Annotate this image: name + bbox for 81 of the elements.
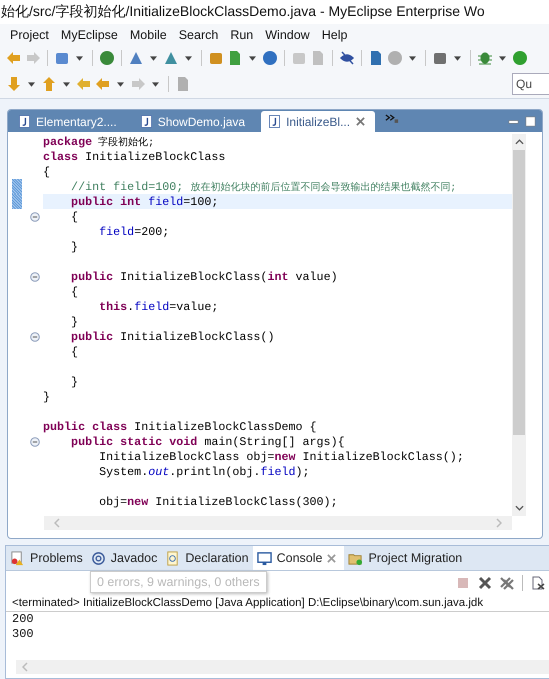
menu-item[interactable]: MyEclipse [56,27,122,43]
window-title: 始化/src/字段初始化/InitializeBlockClassDemo.java - MyEclipse Enterprise Wo [0,3,485,21]
view-tab[interactable]: Declaration [161,546,253,570]
code-line: { [70,285,78,300]
editor-tab[interactable]: InitializeBl... [261,111,376,132]
code-line: field=200; [98,225,170,240]
collapse-icon[interactable] [30,272,40,282]
scroll-up-icon[interactable] [514,139,524,145]
menu-item[interactable]: Mobile [126,27,171,43]
code-line: } [43,390,50,405]
code-line: } [70,375,78,390]
console-output-line: 300 [11,627,35,642]
code-line: class InitializeBlockClass [43,150,226,165]
arrow-down-icon[interactable] [6,76,22,92]
close-icon[interactable] [356,117,366,126]
caret-icon[interactable] [117,82,124,86]
code-line: public static void main(String[] args){ [70,435,345,450]
collapse-icon[interactable] [30,437,40,447]
remove-icon[interactable] [478,576,492,590]
arrow-up-icon[interactable] [41,76,57,92]
java-file-icon [269,115,280,128]
view-tab[interactable]: Console [252,546,344,570]
document-icon [165,550,180,566]
maximize-icon[interactable] [525,116,536,127]
caret-icon[interactable] [63,82,70,86]
caret-icon[interactable] [409,56,416,60]
code-line: { [70,345,78,360]
collapse-icon[interactable] [30,212,40,222]
view-tab[interactable]: Project Migration [344,546,466,570]
code-line: { [70,210,78,225]
code-line: public InitializeBlockClass(int value) [70,270,338,285]
java-file-icon [19,115,30,128]
java-file-icon [140,115,152,128]
code-line: this.field=value; [98,300,218,315]
horizontal-scrollbar[interactable] [16,660,549,674]
code-line: } [70,240,78,255]
vertical-scrollbar[interactable] [512,134,526,516]
undo-arrow-icon[interactable] [6,50,22,66]
scroll-down-icon[interactable] [514,505,524,511]
code-line: System.out.println(obj.field); [98,465,310,480]
collapse-icon[interactable] [30,332,40,342]
menu-item[interactable]: Search [174,27,222,43]
console-header: <terminated> InitializeBlockClassDemo [Java Application] D:\Eclipse\binary\com.sun.java.jdk [6,595,549,612]
code-line: //int field=100; 放在初始化块的前后位置不同会导致输出的结果也截然不同; [70,180,456,195]
caret-icon[interactable] [454,56,461,60]
editor-tab[interactable]: ShowDemo.java [132,111,256,132]
code-line: obj=new InitializeBlockClass(300); [98,495,338,510]
eye-slash-icon[interactable] [339,50,355,66]
quick-access-field[interactable]: Qu [512,73,549,95]
menu-item[interactable]: Run [226,27,258,43]
view-tab[interactable]: Problems [6,546,87,570]
menu-item[interactable]: Project [6,27,53,43]
warning-list-icon [10,550,25,566]
monitor-icon [256,550,272,566]
scrollbar-thumb[interactable] [513,150,525,435]
back-arrow-icon[interactable] [95,76,111,92]
editor-tab[interactable]: Elementary2.... [11,111,127,132]
code-line: public class InitializeBlockClassDemo { [43,420,317,435]
code-line: public int field=100; [70,195,218,210]
close-icon[interactable] [327,554,336,562]
remove-all-icon[interactable] [500,576,514,590]
caret-icon[interactable] [28,82,35,86]
document-icon[interactable] [531,576,545,590]
menu-item[interactable]: Window [261,27,314,43]
code-line: package 字段初始化; [43,135,154,150]
caret-icon[interactable] [152,82,159,86]
caret-icon[interactable] [76,56,83,60]
bug-icon[interactable] [477,50,493,66]
menu-item[interactable]: Help [318,27,352,43]
code-line: InitializeBlockClass obj=new InitializeBlockClass(); [98,450,464,465]
caret-icon[interactable] [499,56,506,60]
caret-icon[interactable] [185,56,192,60]
code-line: } [70,315,78,330]
code-line: public InitializeBlockClass() [70,330,274,345]
caret-icon[interactable] [249,56,256,60]
caret-icon[interactable] [150,56,157,60]
tooltip: 0 errors, 9 warnings, 0 others [90,571,267,593]
more-tabs-icon[interactable] [385,113,400,124]
code-line: { [43,165,50,180]
view-tab[interactable]: Javadoc [86,546,162,570]
console-output-line: 200 [11,612,35,627]
